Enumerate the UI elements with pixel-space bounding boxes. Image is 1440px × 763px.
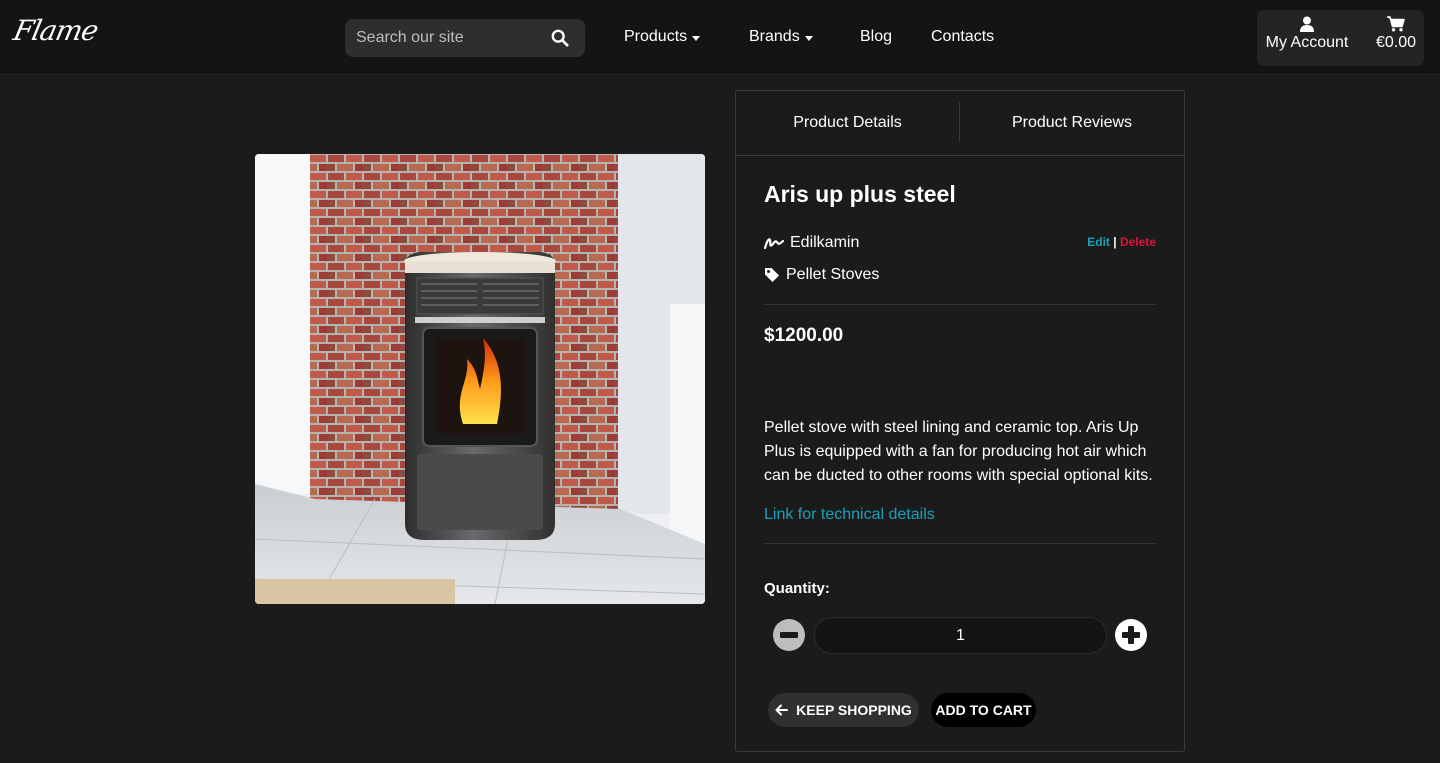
product-card: Product Details Product Reviews Aris up … bbox=[735, 90, 1185, 752]
nav-contacts-link[interactable]: Contacts bbox=[931, 28, 994, 46]
search-icon[interactable] bbox=[551, 29, 569, 47]
edit-link[interactable]: Edit bbox=[1087, 235, 1110, 249]
admin-links: Edit | Delete bbox=[1087, 235, 1156, 249]
signature-icon bbox=[764, 238, 784, 250]
my-account-button[interactable]: My Account bbox=[1265, 10, 1349, 66]
product-title: Aris up plus steel bbox=[764, 181, 956, 207]
tab-product-reviews[interactable]: Product Reviews bbox=[960, 91, 1184, 155]
product-price: $1200.00 bbox=[764, 325, 844, 346]
search-input[interactable] bbox=[345, 19, 540, 57]
my-account-label: My Account bbox=[1265, 34, 1349, 51]
cart-button[interactable]: €0.00 bbox=[1369, 10, 1423, 66]
technical-details-link[interactable]: Link for technical details bbox=[764, 506, 935, 524]
product-description: Pellet stove with steel lining and ceram… bbox=[764, 419, 1153, 484]
caret-down-icon bbox=[804, 35, 813, 41]
arrow-left-icon bbox=[775, 704, 789, 716]
product-brand[interactable]: Edilkamin bbox=[790, 234, 859, 252]
site-logo[interactable]: Flame bbox=[10, 14, 100, 47]
quantity-label: Quantity: bbox=[764, 580, 830, 597]
keep-shopping-label: Keep Shopping bbox=[796, 702, 912, 718]
add-to-cart-label: Add to Cart bbox=[935, 702, 1032, 718]
search-bar bbox=[345, 19, 585, 57]
nav-products-dropdown[interactable]: Products bbox=[624, 28, 701, 46]
account-cart-box: My Account €0.00 bbox=[1257, 10, 1424, 66]
plus-circle-icon[interactable] bbox=[1115, 619, 1147, 651]
product-tabs: Product Details Product Reviews bbox=[736, 91, 1184, 156]
product-brand-row: Edilkamin bbox=[764, 234, 859, 252]
nav-products-label: Products bbox=[624, 28, 688, 45]
top-navbar: Flame Products Brands Blog Contacts My A… bbox=[0, 0, 1440, 73]
caret-down-icon bbox=[692, 35, 701, 41]
admin-separator: | bbox=[1113, 235, 1117, 249]
nav-brands-label: Brands bbox=[749, 28, 800, 45]
nav-brands-dropdown[interactable]: Brands bbox=[749, 28, 813, 46]
keep-shopping-button[interactable]: Keep Shopping bbox=[768, 693, 919, 727]
product-category[interactable]: Pellet Stoves bbox=[786, 266, 879, 284]
tag-icon bbox=[765, 268, 779, 282]
quantity-input[interactable] bbox=[814, 617, 1107, 654]
product-image bbox=[255, 154, 705, 604]
tab-product-details[interactable]: Product Details bbox=[736, 91, 959, 155]
cart-icon bbox=[1387, 16, 1405, 32]
divider bbox=[764, 543, 1156, 544]
add-to-cart-button[interactable]: Add to Cart bbox=[931, 693, 1036, 727]
cart-total: €0.00 bbox=[1375, 34, 1417, 51]
product-category-row: Pellet Stoves bbox=[764, 266, 879, 284]
nav-blog-link[interactable]: Blog bbox=[860, 28, 892, 46]
user-icon bbox=[1300, 16, 1314, 32]
delete-link[interactable]: Delete bbox=[1120, 235, 1156, 249]
divider bbox=[764, 304, 1156, 305]
minus-circle-icon[interactable] bbox=[773, 619, 805, 651]
